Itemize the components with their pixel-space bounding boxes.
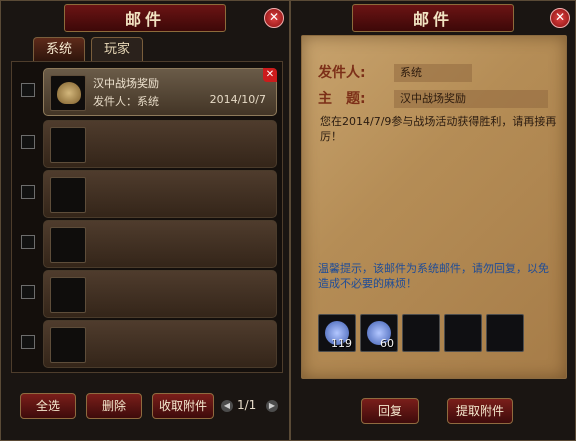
mail-date: 2014/10/7	[209, 93, 266, 106]
close-icon[interactable]: ✕	[264, 8, 284, 28]
mail-actions: 全选 删除 收取附件 ◀ 1/1 ▶	[16, 393, 279, 423]
mail-detail-actions: 回复 提取附件	[291, 398, 575, 428]
mail-item[interactable]: 汉中战场奖励 发件人：系统 2014/10/7 ✕	[43, 68, 277, 116]
coin-bag-icon	[57, 82, 81, 104]
mail-item[interactable]	[43, 320, 277, 368]
mail-checkbox[interactable]	[21, 83, 35, 97]
mail-row[interactable]	[12, 220, 282, 268]
next-page-icon[interactable]: ▶	[266, 400, 278, 412]
mail-tabs: 系统 玩家	[33, 37, 144, 62]
attachment-slot[interactable]: 60	[360, 314, 398, 352]
title-banner: 邮件	[64, 4, 226, 32]
empty-thumb	[50, 127, 86, 163]
mail-row[interactable]: 汉中战场奖励 发件人：系统 2014/10/7 ✕	[12, 68, 282, 116]
subject-label: 主 题:	[318, 91, 366, 107]
attachment-thumb	[50, 75, 86, 111]
mail-row[interactable]	[12, 320, 282, 368]
mail-list-panel: 邮件 ✕ 系统 玩家 汉中战场奖励 发件人：系统 2014/10/7 ✕ 全选 …	[0, 0, 290, 441]
panel-title: 邮件	[124, 10, 165, 29]
mail-checkbox[interactable]	[21, 235, 35, 249]
subject-value: 汉中战场奖励	[394, 90, 548, 108]
mail-notice-text: 温馨提示，该邮件为系统邮件，请勿回复，以免造成不必要的麻烦！	[318, 262, 549, 290]
extract-attachments-button[interactable]: 提取附件	[447, 398, 513, 424]
reply-button[interactable]: 回复	[361, 398, 419, 424]
empty-thumb	[50, 227, 86, 263]
mail-list: 汉中战场奖励 发件人：系统 2014/10/7 ✕	[11, 61, 283, 373]
mail-row[interactable]	[12, 270, 282, 318]
mail-detail-panel: 邮件 ✕ 发件人: 系统 主 题: 汉中战场奖励 您在2014/7/9参与战场活…	[290, 0, 576, 441]
mail-sender: 发件人：系统	[93, 95, 159, 108]
panel-title: 邮件	[412, 10, 453, 29]
select-all-button[interactable]: 全选	[20, 393, 76, 419]
mail-item[interactable]	[43, 220, 277, 268]
collect-attachments-button[interactable]: 收取附件	[152, 393, 214, 419]
close-icon[interactable]: ✕	[550, 8, 570, 28]
attachment-slot[interactable]	[444, 314, 482, 352]
title-banner: 邮件	[352, 4, 514, 32]
prev-page-icon[interactable]: ◀	[221, 400, 233, 412]
mail-subject: 汉中战场奖励	[93, 77, 159, 90]
mail-body-text: 您在2014/7/9参与战场活动获得胜利，请再接再厉！	[320, 115, 557, 143]
mail-checkbox[interactable]	[21, 185, 35, 199]
mail-row[interactable]	[12, 170, 282, 218]
empty-thumb	[50, 277, 86, 313]
mail-item[interactable]	[43, 270, 277, 318]
attachment-qty: 60	[380, 337, 394, 350]
mail-content: 发件人: 系统 主 题: 汉中战场奖励 您在2014/7/9参与战场活动获得胜利…	[301, 35, 567, 379]
attachment-qty: 119	[331, 337, 352, 350]
delete-button[interactable]: 删除	[86, 393, 142, 419]
empty-thumb	[50, 327, 86, 363]
attachment-slot[interactable]	[402, 314, 440, 352]
sender-value: 系统	[394, 64, 472, 82]
mail-checkbox[interactable]	[21, 135, 35, 149]
mail-item[interactable]	[43, 120, 277, 168]
mail-checkbox[interactable]	[21, 335, 35, 349]
tab-system[interactable]: 系统	[33, 37, 86, 62]
mail-item[interactable]	[43, 170, 277, 218]
mail-row[interactable]	[12, 120, 282, 168]
tab-player[interactable]: 玩家	[91, 37, 144, 62]
empty-thumb	[50, 177, 86, 213]
delete-mail-icon[interactable]: ✕	[263, 68, 277, 82]
page-indicator: 1/1	[237, 398, 257, 412]
sender-label: 发件人:	[318, 65, 366, 81]
attachment-slot[interactable]	[486, 314, 524, 352]
attachment-slot[interactable]: 119	[318, 314, 356, 352]
mail-checkbox[interactable]	[21, 285, 35, 299]
